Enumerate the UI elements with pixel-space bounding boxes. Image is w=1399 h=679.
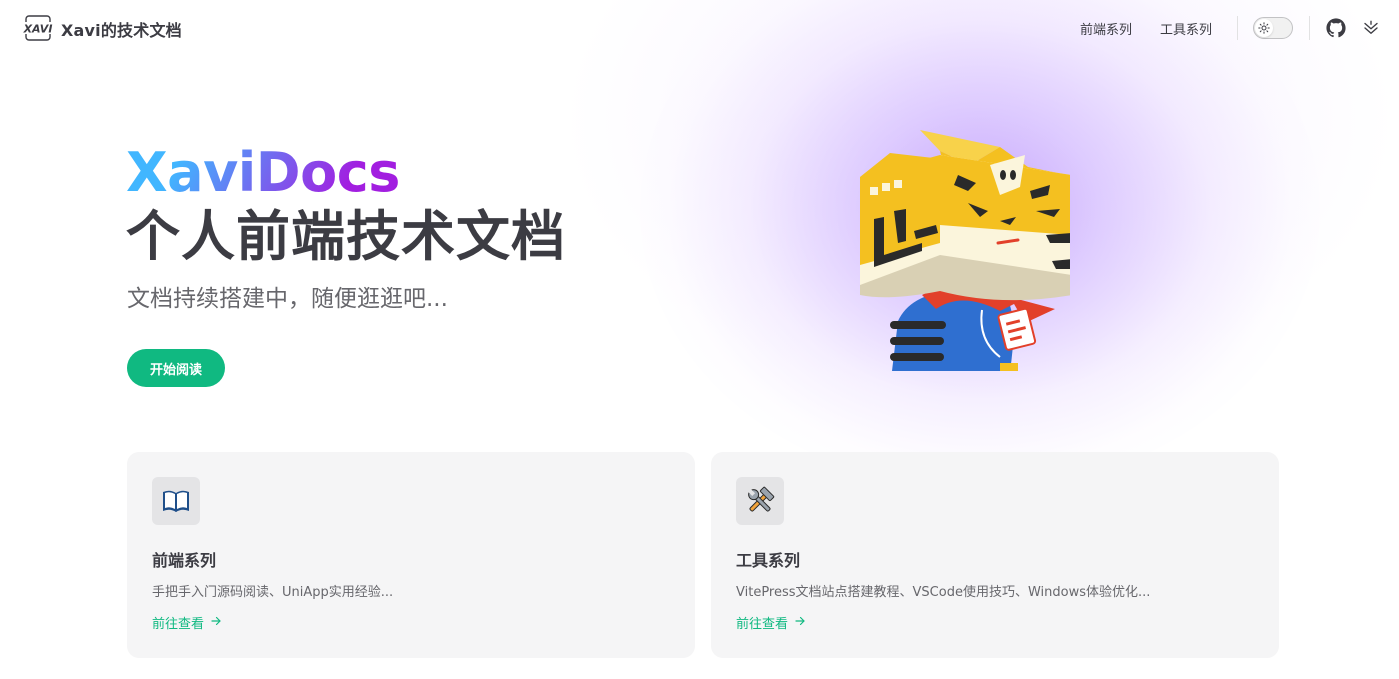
feature-card-tools[interactable]: 工具系列 VitePress文档站点搭建教程、VSCode使用技巧、Window… <box>711 452 1279 658</box>
feature-title: 工具系列 <box>736 551 801 570</box>
hero-text: 个人前端技术文档 <box>126 205 566 268</box>
top-nav: XAVI Xavi的技术文档 前端系列 工具系列 <box>0 0 1399 56</box>
nav-divider <box>1237 16 1238 40</box>
nav-link-tools[interactable]: 工具系列 <box>1160 19 1212 38</box>
chevrons-down-icon[interactable] <box>1362 19 1380 37</box>
nav-link-frontend[interactable]: 前端系列 <box>1080 19 1132 38</box>
hero-mascot-image <box>860 130 1070 371</box>
feature-details: VitePress文档站点搭建教程、VSCode使用技巧、Windows体验优化… <box>736 585 1151 600</box>
site-logo[interactable]: XAVI <box>23 15 53 41</box>
theme-toggle[interactable] <box>1253 17 1293 39</box>
feature-details: 手把手入门源码阅读、UniApp实用经验... <box>152 585 394 600</box>
hero-name: XaviDocs <box>126 141 400 204</box>
feature-link[interactable]: 前往查看 <box>152 613 222 632</box>
logo-text: XAVI <box>23 23 52 36</box>
feature-link[interactable]: 前往查看 <box>736 613 806 632</box>
feature-link-text: 前往查看 <box>736 617 789 632</box>
feature-title: 前端系列 <box>152 551 217 570</box>
nav-divider <box>1309 16 1310 40</box>
feature-card-frontend[interactable]: 前端系列 手把手入门源码阅读、UniApp实用经验... 前往查看 <box>127 452 695 658</box>
site-title[interactable]: Xavi的技术文档 <box>61 17 182 41</box>
feature-link-text: 前往查看 <box>152 617 205 632</box>
arrow-right-icon <box>210 615 222 631</box>
hammer-wrench-icon <box>736 477 784 525</box>
start-reading-button[interactable]: 开始阅读 <box>127 349 225 387</box>
hero-tagline: 文档持续搭建中，随便逛逛吧... <box>127 286 448 312</box>
github-icon[interactable] <box>1326 18 1346 38</box>
arrow-right-icon <box>794 615 806 631</box>
sun-icon <box>1255 19 1273 37</box>
open-book-icon <box>152 477 200 525</box>
